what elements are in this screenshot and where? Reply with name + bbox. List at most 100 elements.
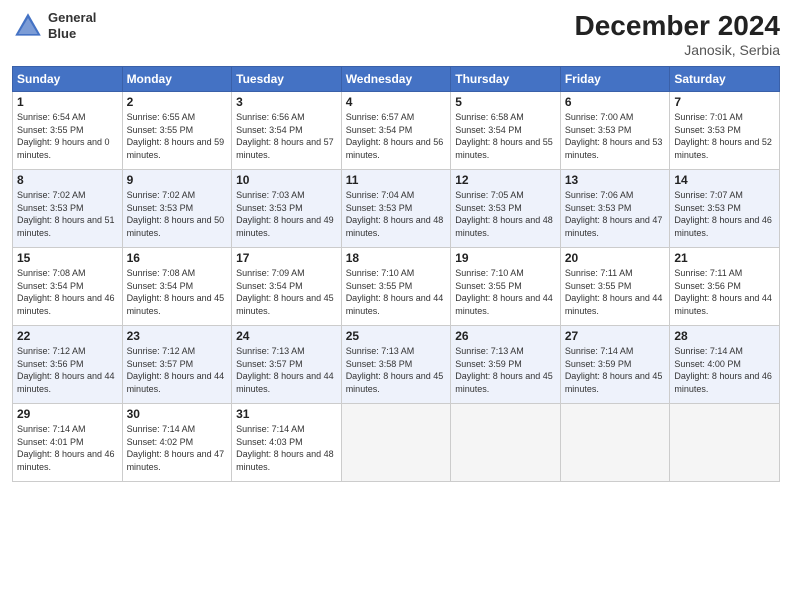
day-number: 12: [455, 173, 556, 187]
day-number: 16: [127, 251, 228, 265]
weekday-header: Friday: [560, 67, 670, 92]
day-info: Sunrise: 7:13 AM Sunset: 3:59 PM Dayligh…: [455, 345, 556, 395]
day-info: Sunrise: 7:10 AM Sunset: 3:55 PM Dayligh…: [346, 267, 447, 317]
day-number: 30: [127, 407, 228, 421]
calendar-day-cell: 2 Sunrise: 6:55 AM Sunset: 3:55 PM Dayli…: [122, 92, 232, 170]
calendar-day-cell: 14 Sunrise: 7:07 AM Sunset: 3:53 PM Dayl…: [670, 170, 780, 248]
day-info: Sunrise: 7:12 AM Sunset: 3:57 PM Dayligh…: [127, 345, 228, 395]
day-info: Sunrise: 7:09 AM Sunset: 3:54 PM Dayligh…: [236, 267, 337, 317]
calendar-day-cell: 20 Sunrise: 7:11 AM Sunset: 3:55 PM Dayl…: [560, 248, 670, 326]
day-info: Sunrise: 7:14 AM Sunset: 4:03 PM Dayligh…: [236, 423, 337, 473]
day-number: 28: [674, 329, 775, 343]
day-info: Sunrise: 7:10 AM Sunset: 3:55 PM Dayligh…: [455, 267, 556, 317]
day-info: Sunrise: 7:11 AM Sunset: 3:55 PM Dayligh…: [565, 267, 666, 317]
day-number: 18: [346, 251, 447, 265]
page-container: General Blue December 2024 Janosik, Serb…: [0, 0, 792, 490]
day-number: 6: [565, 95, 666, 109]
day-number: 1: [17, 95, 118, 109]
calendar-day-cell: 6 Sunrise: 7:00 AM Sunset: 3:53 PM Dayli…: [560, 92, 670, 170]
day-number: 31: [236, 407, 337, 421]
day-info: Sunrise: 6:58 AM Sunset: 3:54 PM Dayligh…: [455, 111, 556, 161]
day-info: Sunrise: 7:02 AM Sunset: 3:53 PM Dayligh…: [127, 189, 228, 239]
day-number: 9: [127, 173, 228, 187]
weekday-header: Monday: [122, 67, 232, 92]
day-number: 7: [674, 95, 775, 109]
calendar-day-cell: 19 Sunrise: 7:10 AM Sunset: 3:55 PM Dayl…: [451, 248, 561, 326]
calendar-week-row: 1 Sunrise: 6:54 AM Sunset: 3:55 PM Dayli…: [13, 92, 780, 170]
day-number: 27: [565, 329, 666, 343]
weekday-header: Wednesday: [341, 67, 451, 92]
logo-text: General Blue: [48, 10, 96, 41]
day-number: 8: [17, 173, 118, 187]
day-number: 17: [236, 251, 337, 265]
calendar-day-cell: 4 Sunrise: 6:57 AM Sunset: 3:54 PM Dayli…: [341, 92, 451, 170]
calendar-day-cell: 28 Sunrise: 7:14 AM Sunset: 4:00 PM Dayl…: [670, 326, 780, 404]
calendar-day-cell: 3 Sunrise: 6:56 AM Sunset: 3:54 PM Dayli…: [232, 92, 342, 170]
location: Janosik, Serbia: [575, 42, 780, 58]
day-number: 25: [346, 329, 447, 343]
calendar-week-row: 29 Sunrise: 7:14 AM Sunset: 4:01 PM Dayl…: [13, 404, 780, 482]
day-info: Sunrise: 7:13 AM Sunset: 3:57 PM Dayligh…: [236, 345, 337, 395]
day-number: 11: [346, 173, 447, 187]
day-info: Sunrise: 7:03 AM Sunset: 3:53 PM Dayligh…: [236, 189, 337, 239]
calendar-day-cell: 31 Sunrise: 7:14 AM Sunset: 4:03 PM Dayl…: [232, 404, 342, 482]
day-info: Sunrise: 6:56 AM Sunset: 3:54 PM Dayligh…: [236, 111, 337, 161]
calendar-day-cell: 27 Sunrise: 7:14 AM Sunset: 3:59 PM Dayl…: [560, 326, 670, 404]
day-info: Sunrise: 6:55 AM Sunset: 3:55 PM Dayligh…: [127, 111, 228, 161]
day-number: 5: [455, 95, 556, 109]
calendar-day-cell: 12 Sunrise: 7:05 AM Sunset: 3:53 PM Dayl…: [451, 170, 561, 248]
day-number: 2: [127, 95, 228, 109]
calendar-day-cell: 18 Sunrise: 7:10 AM Sunset: 3:55 PM Dayl…: [341, 248, 451, 326]
day-info: Sunrise: 7:06 AM Sunset: 3:53 PM Dayligh…: [565, 189, 666, 239]
day-info: Sunrise: 7:12 AM Sunset: 3:56 PM Dayligh…: [17, 345, 118, 395]
calendar-day-cell: 8 Sunrise: 7:02 AM Sunset: 3:53 PM Dayli…: [13, 170, 123, 248]
calendar-day-cell: 15 Sunrise: 7:08 AM Sunset: 3:54 PM Dayl…: [13, 248, 123, 326]
day-info: Sunrise: 7:14 AM Sunset: 3:59 PM Dayligh…: [565, 345, 666, 395]
calendar-day-cell: 10 Sunrise: 7:03 AM Sunset: 3:53 PM Dayl…: [232, 170, 342, 248]
day-number: 24: [236, 329, 337, 343]
calendar-day-cell: 16 Sunrise: 7:08 AM Sunset: 3:54 PM Dayl…: [122, 248, 232, 326]
calendar-day-cell: [341, 404, 451, 482]
day-info: Sunrise: 7:08 AM Sunset: 3:54 PM Dayligh…: [127, 267, 228, 317]
day-info: Sunrise: 7:01 AM Sunset: 3:53 PM Dayligh…: [674, 111, 775, 161]
title-block: December 2024 Janosik, Serbia: [575, 10, 780, 58]
logo-icon: [12, 10, 44, 42]
calendar-day-cell: [560, 404, 670, 482]
calendar-day-cell: 7 Sunrise: 7:01 AM Sunset: 3:53 PM Dayli…: [670, 92, 780, 170]
day-number: 26: [455, 329, 556, 343]
header: General Blue December 2024 Janosik, Serb…: [12, 10, 780, 58]
day-info: Sunrise: 7:11 AM Sunset: 3:56 PM Dayligh…: [674, 267, 775, 317]
logo: General Blue: [12, 10, 96, 42]
calendar-day-cell: [670, 404, 780, 482]
weekday-header: Sunday: [13, 67, 123, 92]
day-info: Sunrise: 7:13 AM Sunset: 3:58 PM Dayligh…: [346, 345, 447, 395]
day-number: 10: [236, 173, 337, 187]
calendar-day-cell: 24 Sunrise: 7:13 AM Sunset: 3:57 PM Dayl…: [232, 326, 342, 404]
calendar-day-cell: 11 Sunrise: 7:04 AM Sunset: 3:53 PM Dayl…: [341, 170, 451, 248]
calendar-table: SundayMondayTuesdayWednesdayThursdayFrid…: [12, 66, 780, 482]
calendar-day-cell: 5 Sunrise: 6:58 AM Sunset: 3:54 PM Dayli…: [451, 92, 561, 170]
day-number: 3: [236, 95, 337, 109]
day-info: Sunrise: 7:05 AM Sunset: 3:53 PM Dayligh…: [455, 189, 556, 239]
day-number: 21: [674, 251, 775, 265]
day-number: 14: [674, 173, 775, 187]
weekday-header: Saturday: [670, 67, 780, 92]
calendar-week-row: 22 Sunrise: 7:12 AM Sunset: 3:56 PM Dayl…: [13, 326, 780, 404]
calendar-day-cell: 22 Sunrise: 7:12 AM Sunset: 3:56 PM Dayl…: [13, 326, 123, 404]
day-number: 29: [17, 407, 118, 421]
day-number: 22: [17, 329, 118, 343]
month-title: December 2024: [575, 10, 780, 42]
day-info: Sunrise: 7:00 AM Sunset: 3:53 PM Dayligh…: [565, 111, 666, 161]
calendar-day-cell: 30 Sunrise: 7:14 AM Sunset: 4:02 PM Dayl…: [122, 404, 232, 482]
calendar-day-cell: [451, 404, 561, 482]
calendar-day-cell: 26 Sunrise: 7:13 AM Sunset: 3:59 PM Dayl…: [451, 326, 561, 404]
calendar-day-cell: 1 Sunrise: 6:54 AM Sunset: 3:55 PM Dayli…: [13, 92, 123, 170]
calendar-week-row: 8 Sunrise: 7:02 AM Sunset: 3:53 PM Dayli…: [13, 170, 780, 248]
day-number: 4: [346, 95, 447, 109]
day-info: Sunrise: 7:14 AM Sunset: 4:00 PM Dayligh…: [674, 345, 775, 395]
day-info: Sunrise: 7:04 AM Sunset: 3:53 PM Dayligh…: [346, 189, 447, 239]
day-number: 13: [565, 173, 666, 187]
weekday-header: Tuesday: [232, 67, 342, 92]
day-number: 19: [455, 251, 556, 265]
calendar-day-cell: 25 Sunrise: 7:13 AM Sunset: 3:58 PM Dayl…: [341, 326, 451, 404]
